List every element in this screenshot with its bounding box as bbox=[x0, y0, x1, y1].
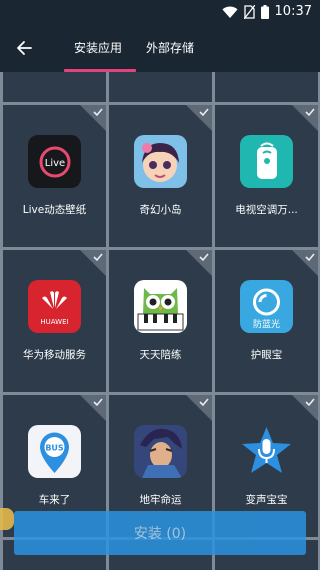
selected-checkmark-icon bbox=[80, 105, 106, 131]
selected-checkmark-icon bbox=[186, 395, 212, 421]
app-bar: 安装应用 外部存储 bbox=[0, 24, 320, 72]
app-label: 天天陪练 bbox=[139, 349, 182, 361]
app-card[interactable]: 防蓝光 护眼宝 bbox=[215, 250, 318, 392]
app-card[interactable]: HUAWEI 华为移动服务 bbox=[3, 250, 106, 392]
app-label: 车来了 bbox=[38, 494, 71, 506]
app-label: 变声宝宝 bbox=[245, 494, 288, 506]
selected-checkmark-icon bbox=[292, 105, 318, 131]
app-label: 华为移动服务 bbox=[23, 349, 86, 361]
app-label: 电视空调万... bbox=[235, 204, 298, 216]
install-button-label: 安装 (0) bbox=[133, 526, 187, 542]
fantasy-island-icon bbox=[134, 135, 187, 188]
no-sim-icon bbox=[243, 5, 255, 19]
app-card[interactable]: 电视空调万... bbox=[215, 105, 318, 247]
status-bar: 10:37 bbox=[0, 0, 320, 24]
tab-external-storage[interactable]: 外部存储 bbox=[146, 24, 206, 72]
status-time: 10:37 bbox=[274, 4, 312, 19]
app-grid: Live Live动态壁纸 奇幻小岛 电视空调万... HUAWEI 华为移动服… bbox=[0, 72, 320, 570]
app-label: 地牢命运 bbox=[139, 494, 182, 506]
huawei-icon: HUAWEI bbox=[28, 280, 81, 333]
selected-checkmark-icon bbox=[186, 250, 212, 276]
arrow-left-icon bbox=[17, 41, 32, 55]
back-button[interactable] bbox=[10, 35, 38, 61]
selected-checkmark-icon bbox=[292, 395, 318, 421]
dungeon-fate-icon bbox=[134, 425, 187, 478]
app-card[interactable]: Live Live动态壁纸 bbox=[3, 105, 106, 247]
eye-care-icon: 防蓝光 bbox=[240, 280, 293, 333]
tab-installed-apps[interactable]: 安装应用 bbox=[74, 24, 134, 72]
svg-text:BUS: BUS bbox=[45, 444, 64, 453]
live-wallpaper-icon: Live bbox=[28, 135, 81, 188]
svg-text:HUAWEI: HUAWEI bbox=[40, 318, 68, 326]
selected-checkmark-icon bbox=[186, 105, 212, 131]
bus-icon: BUS bbox=[28, 425, 81, 478]
selected-checkmark-icon bbox=[80, 395, 106, 421]
floating-badge[interactable] bbox=[0, 508, 14, 530]
app-card-partial[interactable] bbox=[215, 72, 318, 102]
install-button[interactable]: 安装 (0) bbox=[14, 511, 306, 555]
app-label: Live动态壁纸 bbox=[22, 204, 87, 216]
app-label: 奇幻小岛 bbox=[139, 204, 182, 216]
tv-remote-icon bbox=[240, 135, 293, 188]
app-card[interactable]: 奇幻小岛 bbox=[109, 105, 212, 247]
wifi-icon bbox=[222, 6, 238, 18]
owl-piano-icon bbox=[134, 280, 187, 333]
selected-checkmark-icon bbox=[292, 250, 318, 276]
voice-changer-icon bbox=[240, 425, 293, 478]
battery-icon bbox=[260, 5, 269, 19]
selected-checkmark-icon bbox=[80, 250, 106, 276]
app-label: 护眼宝 bbox=[250, 349, 283, 361]
app-card-partial[interactable] bbox=[3, 72, 106, 102]
svg-text:Live: Live bbox=[44, 158, 64, 169]
app-card-partial[interactable] bbox=[109, 72, 212, 102]
svg-text:防蓝光: 防蓝光 bbox=[253, 318, 280, 330]
status-icons: 10:37 bbox=[222, 3, 312, 21]
app-card[interactable]: 天天陪练 bbox=[109, 250, 212, 392]
